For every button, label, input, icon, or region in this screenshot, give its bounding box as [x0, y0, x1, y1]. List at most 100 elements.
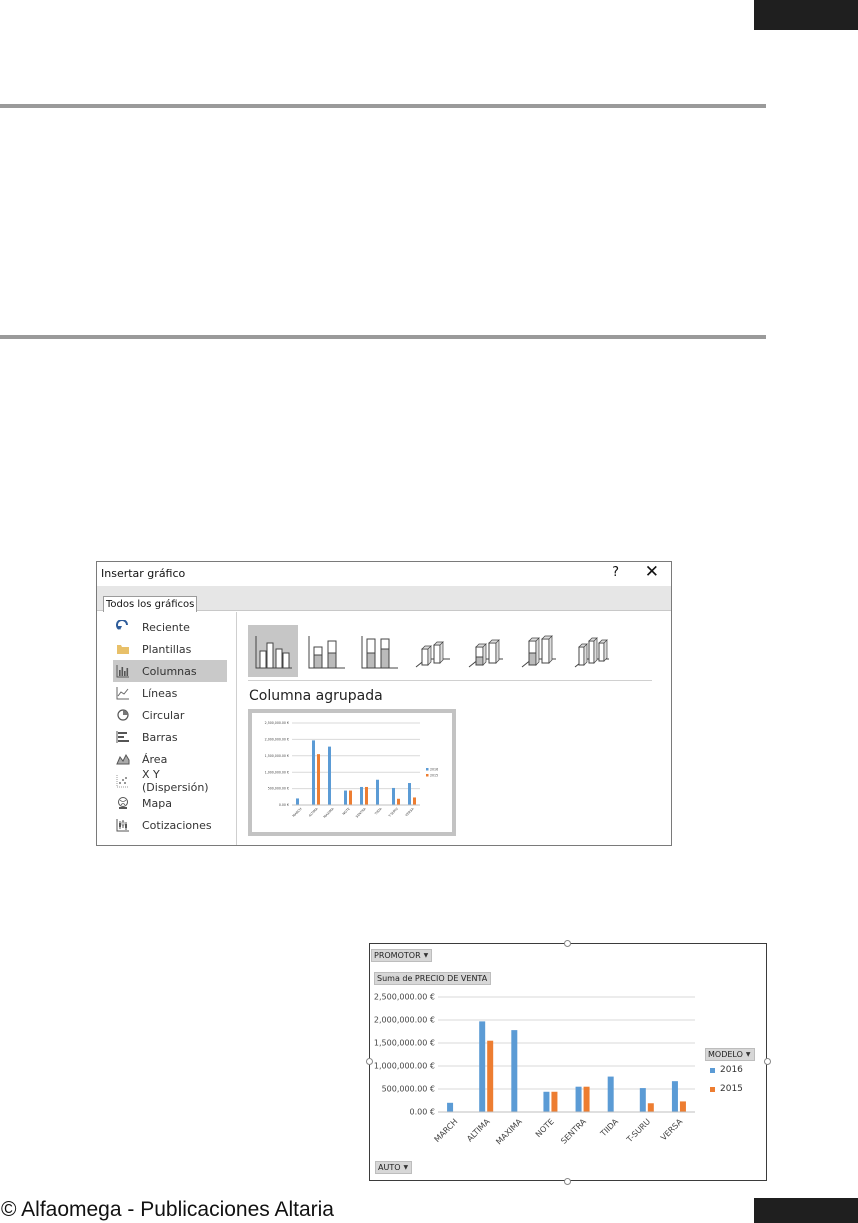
bar-2016-versa: [408, 783, 411, 805]
sidebar-item-label: Barras: [142, 730, 178, 744]
bar-2016-march: [447, 1102, 454, 1112]
x-tick-label: ALTIMA: [465, 1117, 492, 1144]
insert-chart-dialog: Insertar gráfico ? ✕ Todos los gráficos …: [96, 561, 672, 846]
pivot-chart[interactable]: PROMOTOR ▼ Suma de PRECIO DE VENTA MODEL…: [366, 940, 771, 1185]
y-tick-label: 0.00 €: [279, 803, 289, 807]
legend-label: 2016: [430, 768, 438, 772]
y-tick-label: 1,000,000.00 €: [265, 770, 289, 774]
page-corner-tab: [754, 1198, 858, 1223]
horizontal-rule: [0, 335, 766, 339]
chart-category-list: Reciente Plantillas Columnas Líneas Circ…: [97, 612, 237, 845]
x-tick-label: NOTE: [534, 1117, 556, 1139]
legend-field-button[interactable]: MODELO ▼: [705, 1048, 755, 1061]
preview-chart: 0.00 € 500,000.00 € 1,000,000.00 € 1,500,00…: [265, 721, 438, 819]
legend-label: 2016: [720, 1065, 743, 1075]
stock-chart-icon: [116, 819, 129, 832]
bar-2016-march: [296, 798, 299, 805]
horizontal-rule: [0, 104, 766, 108]
x-tick-label: T-SURU: [387, 806, 399, 818]
subtype-100-stacked-column[interactable]: [354, 625, 404, 677]
bar-2016-sentra: [360, 786, 363, 805]
clustered-column-icon: [255, 636, 292, 669]
legend-swatch: [426, 768, 429, 771]
x-tick-label: ALTIMA: [308, 806, 319, 817]
bar-2015-t-suru: [397, 798, 400, 805]
scatter-chart-icon: [116, 775, 129, 788]
legend-item-2016: 2016: [710, 1065, 743, 1075]
chart-preview[interactable]: 0.00 € 500,000.00 € 1,000,000.00 € 1,500,00…: [248, 709, 456, 836]
bar-2016-versa: [671, 1081, 678, 1112]
y-tick-label: 2,500,000.00 €: [265, 721, 289, 725]
sidebar-item-lines[interactable]: Líneas: [113, 682, 227, 704]
bar-2015-t-suru: [647, 1103, 654, 1112]
subtype-3d-100-stacked-column[interactable]: [513, 625, 563, 677]
x-tick-label: VERSA: [404, 806, 415, 817]
tab-all-charts[interactable]: Todos los gráficos: [103, 596, 198, 612]
sidebar-item-stock[interactable]: Cotizaciones: [113, 814, 227, 836]
3d-stacked-column-icon: [468, 639, 503, 668]
y-tick-label: 500,000.00 €: [268, 787, 289, 791]
subtype-title: Columna agrupada: [249, 688, 383, 704]
map-icon: [118, 797, 128, 809]
3d-clustered-column-icon: [415, 641, 450, 668]
legend-item-2015: 2015: [710, 1084, 743, 1094]
bar-2015-note: [551, 1091, 558, 1112]
bar-chart-icon: [116, 731, 129, 743]
bar-2016-altima: [479, 1021, 486, 1112]
x-tick-label: VERSA: [659, 1117, 685, 1143]
bar-2016-t-suru: [392, 787, 395, 805]
sidebar-item-label: Área: [142, 752, 168, 766]
dialog-titlebar: Insertar gráfico ? ✕: [97, 562, 671, 586]
resize-handle[interactable]: [764, 1058, 771, 1065]
sidebar-item-label: Mapa: [142, 796, 172, 810]
bar-2016-maxima: [328, 746, 331, 805]
x-tick-label: TIIDA: [598, 1117, 620, 1139]
subtype-stacked-column[interactable]: [301, 625, 351, 677]
subtype-3d-column[interactable]: [566, 625, 616, 677]
column-chart-icon: [116, 665, 129, 678]
y-tick-label: 2,000,000.00 €: [265, 737, 289, 741]
bar-2015-altima: [487, 1040, 494, 1112]
bar-2015-altima: [317, 754, 320, 805]
subtype-3d-stacked-column[interactable]: [460, 625, 510, 677]
sidebar-item-templates[interactable]: Plantillas: [113, 638, 227, 660]
bar-2015-versa: [413, 797, 416, 805]
bar-2016-sentra: [575, 1086, 582, 1112]
recent-icon: [116, 620, 128, 630]
subtype-clustered-column[interactable]: [248, 625, 298, 677]
line-chart-icon: [116, 687, 129, 700]
x-tick-label: TIIDA: [373, 806, 383, 816]
help-button[interactable]: ?: [612, 565, 619, 580]
x-tick-label: MAXIMA: [494, 1117, 524, 1147]
close-button[interactable]: ✕: [645, 562, 659, 582]
bar-2015-versa: [679, 1101, 686, 1112]
sidebar-item-columns[interactable]: Columnas: [113, 660, 227, 682]
sidebar-item-bars[interactable]: Barras: [113, 726, 227, 748]
sidebar-item-label: Columnas: [142, 664, 197, 678]
sidebar-item-area[interactable]: Área: [113, 748, 227, 770]
bar-2015-sentra: [583, 1086, 590, 1112]
bar-2016-note: [543, 1091, 550, 1112]
y-tick-label: 1,500,000.00 €: [374, 1039, 435, 1048]
x-tick-label: T-SURU: [624, 1117, 652, 1145]
subtype-3d-clustered-column[interactable]: [407, 625, 457, 677]
sidebar-item-scatter[interactable]: X Y (Dispersión): [113, 768, 227, 794]
bar-2016-note: [344, 790, 347, 805]
legend-label: 2015: [720, 1084, 743, 1094]
resize-handle[interactable]: [564, 1178, 571, 1185]
sidebar-item-label: Líneas: [142, 686, 178, 700]
legend-swatch: [710, 1086, 715, 1092]
bar-2016-tiida: [607, 1076, 614, 1112]
dropdown-arrow-icon: ▼: [403, 1164, 409, 1171]
bar-2016-altima: [312, 740, 315, 805]
sidebar-item-pie[interactable]: Circular: [113, 704, 227, 726]
folder-icon: [117, 645, 129, 654]
bar-2016-t-suru: [639, 1088, 646, 1112]
legend-swatch: [426, 774, 429, 777]
sidebar-item-map[interactable]: Mapa: [113, 792, 227, 814]
axis-field-button[interactable]: AUTO ▼: [375, 1161, 413, 1174]
sidebar-item-recent[interactable]: Reciente: [113, 616, 227, 638]
sidebar-item-label: Reciente: [142, 620, 190, 634]
stacked-column-icon: [308, 636, 345, 669]
y-tick-label: 2,500,000.00 €: [374, 993, 435, 1002]
